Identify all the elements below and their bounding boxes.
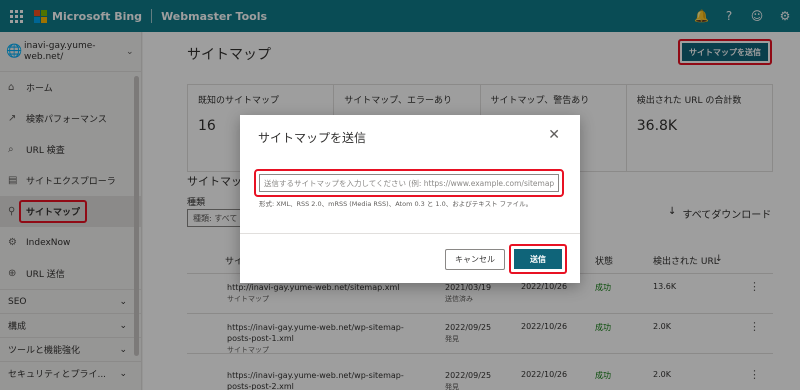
cancel-button[interactable]: キャンセル bbox=[445, 249, 505, 270]
submit-sitemap-dialog: サイトマップを送信 ✕ 形式: XML、RSS 2.0、mRSS (Media … bbox=[240, 115, 580, 283]
dialog-divider bbox=[240, 233, 580, 234]
dialog-title: サイトマップを送信 bbox=[258, 131, 367, 145]
send-button-highlight: 送信 bbox=[509, 244, 567, 274]
send-button[interactable]: 送信 bbox=[514, 249, 562, 269]
sitemap-input-highlight bbox=[254, 169, 564, 197]
sitemap-url-input[interactable] bbox=[259, 174, 559, 192]
format-hint: 形式: XML、RSS 2.0、mRSS (Media RSS)、Atom 0.… bbox=[259, 200, 533, 208]
close-icon[interactable]: ✕ bbox=[548, 127, 560, 143]
